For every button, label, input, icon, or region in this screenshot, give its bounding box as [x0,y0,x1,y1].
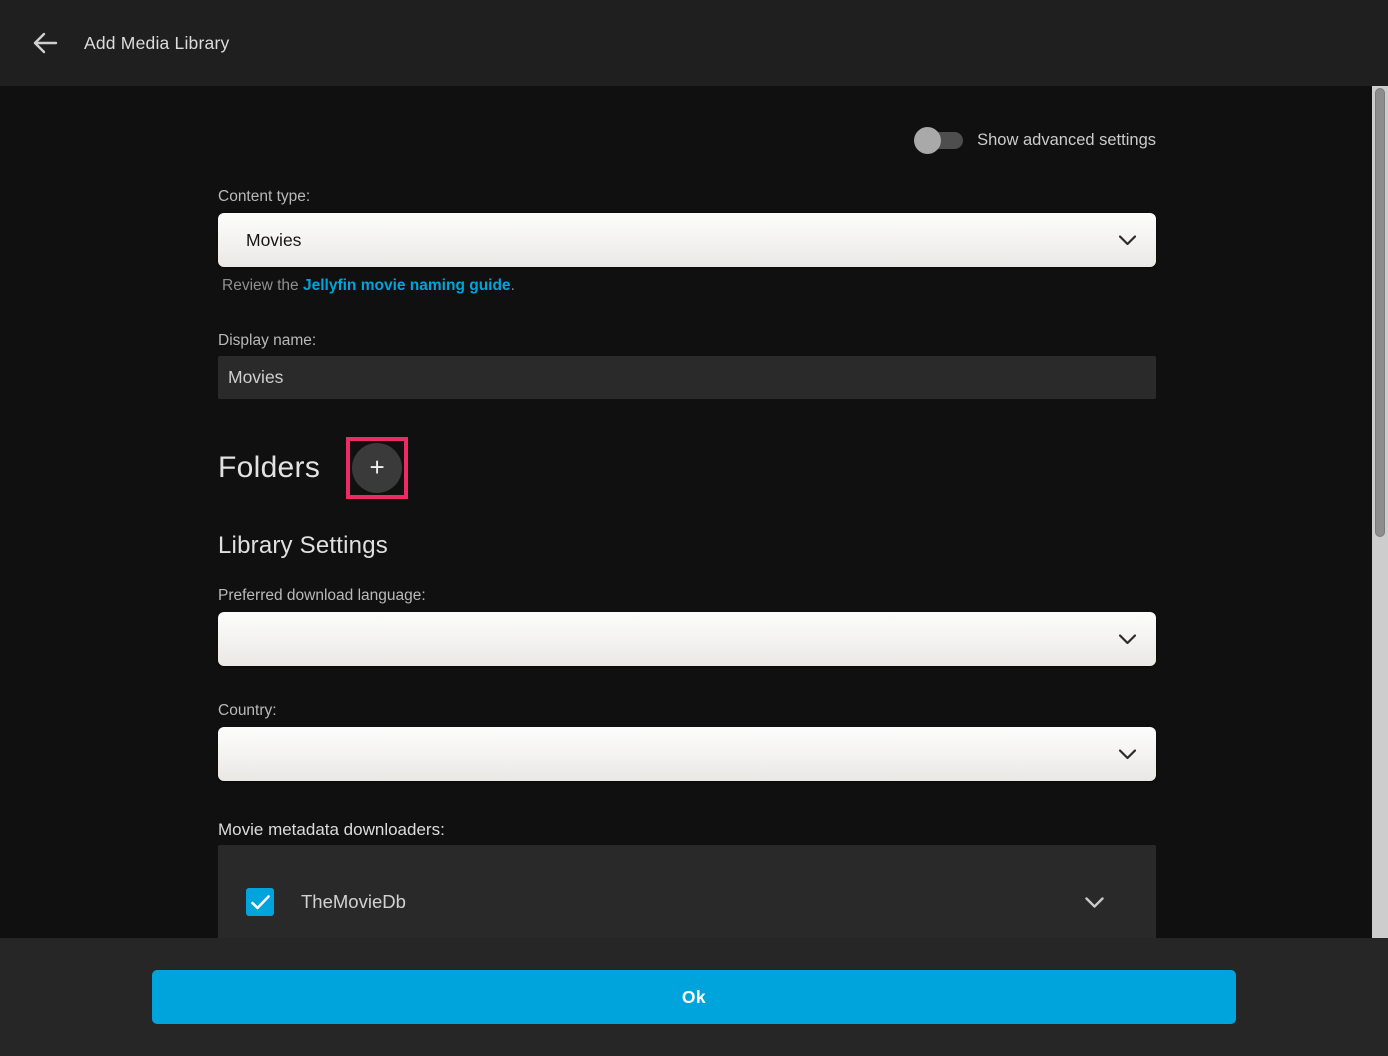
help-suffix: . [511,277,515,294]
page-title: Add Media Library [84,33,229,54]
folders-heading: Folders [218,451,320,485]
help-prefix: Review the [222,277,303,294]
back-arrow-icon [32,32,58,54]
content-type-label: Content type: [218,188,1156,206]
content-type-value: Movies [246,230,301,251]
content-type-help: Review the Jellyfin movie naming guide. [218,277,1156,295]
ok-button[interactable]: Ok [152,970,1236,1024]
themoviedb-checkbox[interactable] [246,888,274,916]
metadata-downloaders-label: Movie metadata downloaders: [218,820,1156,840]
metadata-downloader-row[interactable]: TheMovieDb [218,845,1156,916]
plus-icon: + [370,454,385,480]
content-type-select[interactable]: Movies [218,213,1156,267]
add-media-library-page: Add Media Library Show advanced settings… [0,0,1388,1056]
metadata-downloader-name: TheMovieDb [301,891,1085,913]
chevron-down-icon [1119,230,1136,251]
back-button[interactable] [28,26,62,60]
display-name-label: Display name: [218,332,1156,350]
top-app-bar: Add Media Library [0,0,1388,86]
advanced-settings-row: Show advanced settings [218,127,1156,154]
vertical-scrollbar[interactable] [1372,86,1388,938]
show-advanced-settings-toggle[interactable] [915,132,963,149]
chevron-down-icon[interactable] [1085,897,1104,908]
country-label: Country: [218,702,1156,720]
toggle-knob-icon [914,127,941,154]
form-content: Show advanced settings Content type: Mov… [218,127,1156,938]
metadata-downloaders-card: TheMovieDb [218,845,1156,938]
country-field: Country: [218,702,1156,781]
preferred-language-select[interactable] [218,612,1156,666]
display-name-input[interactable] [218,356,1156,399]
checkmark-icon [251,895,270,910]
add-folder-button[interactable]: + [352,443,402,493]
preferred-language-field: Preferred download language: [218,587,1156,666]
folders-section-header: Folders + [218,437,1156,499]
preferred-language-label: Preferred download language: [218,587,1156,605]
chevron-down-icon [1119,744,1136,765]
add-folder-focus-highlight: + [346,437,408,499]
bottom-action-bar: Ok [0,938,1388,1056]
display-name-field: Display name: [218,332,1156,399]
country-select[interactable] [218,727,1156,781]
library-settings-heading: Library Settings [218,532,1156,560]
scrollbar-thumb[interactable] [1375,88,1385,537]
naming-guide-link[interactable]: Jellyfin movie naming guide [303,277,511,294]
advanced-settings-label: Show advanced settings [977,131,1156,150]
content-type-field: Content type: Movies Review the Jellyfin… [218,188,1156,295]
chevron-down-icon [1119,629,1136,650]
form-scroll-area: Show advanced settings Content type: Mov… [0,86,1372,938]
